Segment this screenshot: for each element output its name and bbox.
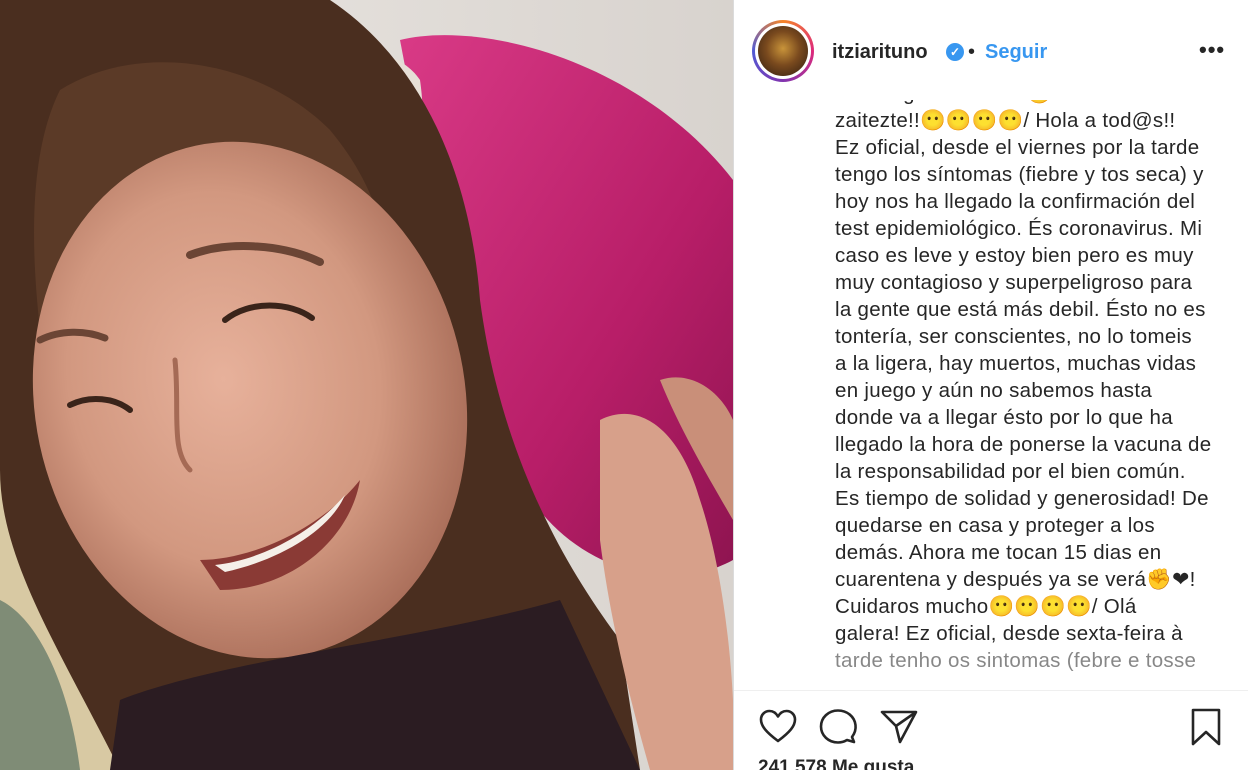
separator-dot: • [968,41,976,63]
avatar[interactable] [752,20,814,82]
caption-line: galera! Ez oficial, desde sexta-feira à [835,622,1183,645]
more-options-icon[interactable]: ••• [1199,38,1225,62]
paper-plane-icon[interactable] [879,707,919,747]
caption-line: tontería, ser conscientes, no lo tomeis [835,325,1192,348]
comment-bubble-icon[interactable] [818,707,858,747]
caption-line: cuarentena y después ya se verá✊❤! [835,568,1196,591]
post-actions-bar: 241.578 Me gusta [734,690,1248,770]
post-photo [0,0,733,770]
caption-line: Cuidaros mucho😶😶😶😶/ Olá [835,595,1137,618]
caption-line: test epidemiológico. És coronavirus. Mi [835,217,1203,240]
caption-line: quedarse en casa y proteger a los [835,514,1155,537]
caption-line: en juego y aún no sabemos hasta [835,379,1153,402]
post-caption: aurrerago ikusiko da🙂❤.Zaindu zaitezte!!😶… [835,100,1230,674]
instagram-post-view: itziarituno ✓ • Seguir ••• aurrerago iku… [0,0,1248,770]
caption-line: Ez oficial, desde el viernes por la tard… [835,136,1200,159]
caption-scroll-area[interactable]: aurrerago ikusiko da🙂❤.Zaindu zaitezte!!😶… [734,100,1248,690]
avatar-frame [755,23,811,79]
caption-line: donde va a llegar ésto por lo que ha [835,406,1173,429]
username-link[interactable]: itziarituno [832,40,928,64]
caption-line: a la ligera, hay muertos, muchas vidas [835,352,1197,375]
caption-line: demás. Ahora me tocan 15 dias en [835,541,1162,564]
caption-line: la responsabilidad por el bien común. [835,460,1186,483]
caption-line: tarde tenho os sintomas (febre e tosse [835,649,1197,672]
caption-line: hoy nos ha llegado la confirmación del [835,190,1196,213]
post-header: itziarituno ✓ • Seguir ••• [734,0,1248,100]
caption-line: tengo los síntomas (fiebre y tos seca) y [835,163,1204,186]
caption-line: aurrerago ikusiko da🙂❤.Zaindu [835,100,1230,107]
caption-line: la gente que está más debil. Ésto no es [835,298,1206,321]
caption-line: llegado la hora de ponerse la vacuna de [835,433,1212,456]
heart-icon[interactable] [758,707,798,747]
avatar-image [758,26,808,76]
verified-badge-icon: ✓ [946,43,964,61]
caption-line: Es tiempo de solidad y generosidad! De [835,487,1209,510]
caption-line: caso es leve y estoy bien pero es muy [835,244,1194,267]
follow-button[interactable]: Seguir [985,40,1047,64]
bookmark-icon[interactable] [1186,707,1226,747]
caption-line: muy contagioso y superpeligroso para [835,271,1193,294]
post-side-panel: itziarituno ✓ • Seguir ••• aurrerago iku… [733,0,1248,770]
caption-line: zaitezte!!😶😶😶😶/ Hola a tod@s!! [835,109,1176,132]
selfie-image [0,0,733,770]
likes-count[interactable]: 241.578 Me gusta [758,757,914,770]
